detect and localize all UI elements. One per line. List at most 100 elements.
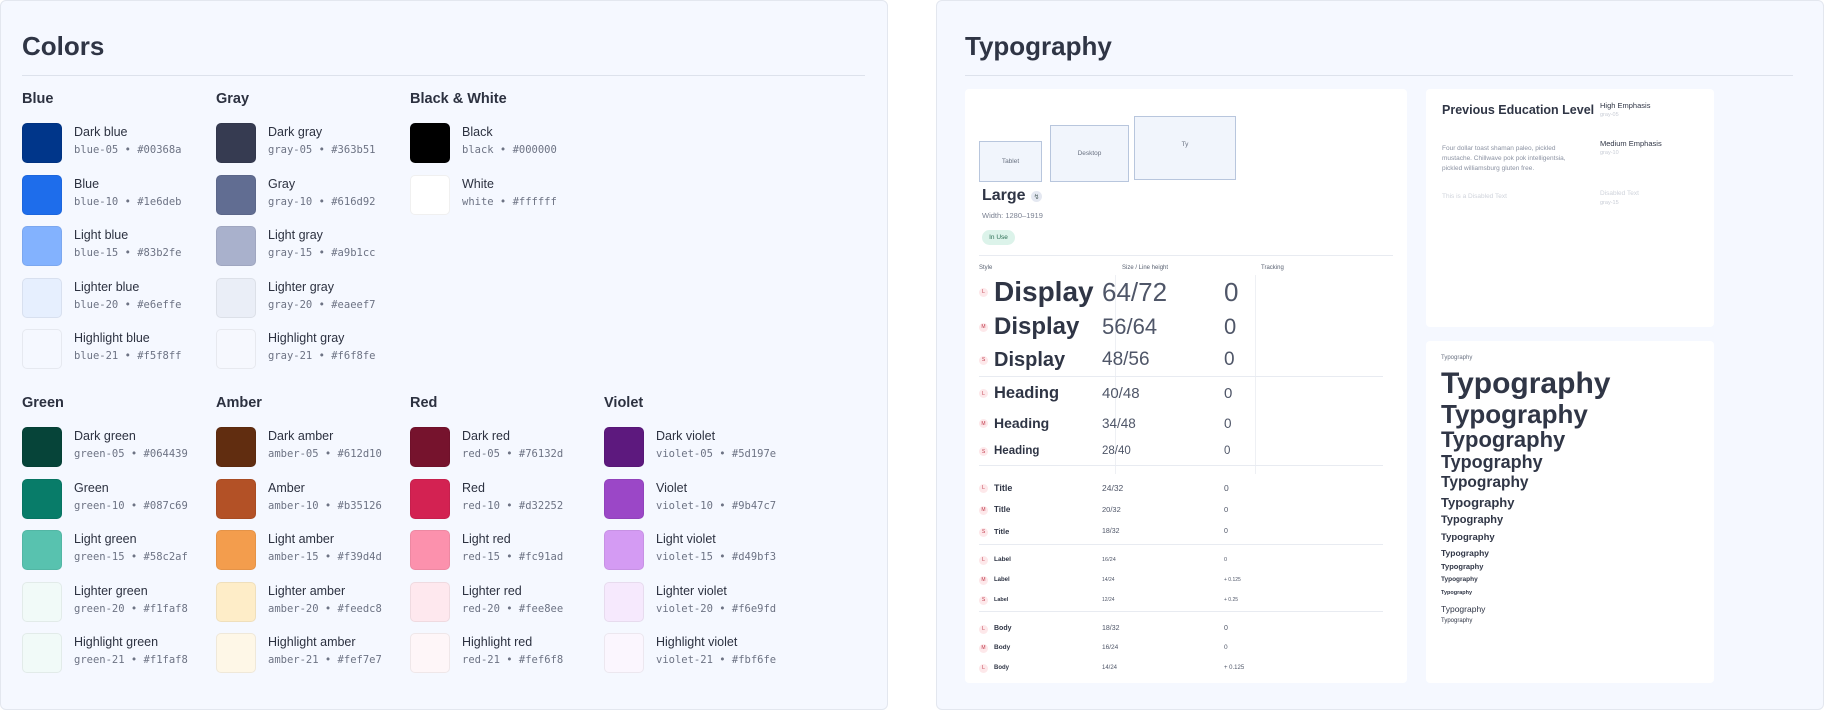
type-style-row[interactable]: M Body 16/24 0 <box>965 640 1407 656</box>
color-swatch[interactable] <box>216 277 256 318</box>
type-style-row[interactable]: L Display 64/72 0 <box>965 275 1407 309</box>
type-style-row[interactable]: M Display 56/64 0 <box>965 312 1407 342</box>
color-swatch-row[interactable]: Highlight violet violet-21 • #fbf6fe <box>604 633 794 685</box>
color-swatch[interactable] <box>216 478 256 519</box>
color-swatch[interactable] <box>22 329 62 369</box>
color-swatch-row[interactable]: Lighter amber amber-20 • #feedc8 <box>216 581 406 634</box>
color-swatch-row[interactable]: Red red-10 • #d32252 <box>410 478 600 531</box>
color-swatch-row[interactable]: Highlight blue blue-21 • #f5f8ff <box>22 329 212 381</box>
color-swatch[interactable] <box>22 123 62 163</box>
color-swatch[interactable] <box>22 427 62 467</box>
color-swatch[interactable] <box>604 427 644 467</box>
separator: • <box>124 448 144 460</box>
color-swatch-row[interactable]: Lighter red red-20 • #fee8ee <box>410 581 600 634</box>
color-swatch[interactable] <box>604 633 644 673</box>
color-swatch[interactable] <box>22 174 62 215</box>
color-swatch-row[interactable]: Green green-10 • #087c69 <box>22 478 212 531</box>
color-swatch[interactable] <box>216 581 256 622</box>
style-tracking: 0 <box>1224 557 1228 563</box>
color-swatch-row[interactable]: Lighter gray gray-20 • #eaeef7 <box>216 277 406 330</box>
color-swatch-row[interactable]: Highlight green green-21 • #f1faf8 <box>22 633 212 685</box>
type-style-row[interactable]: L Label 16/24 0 <box>965 552 1407 568</box>
color-swatch[interactable] <box>410 633 450 673</box>
type-style-row[interactable]: M Heading 34/48 0 <box>965 412 1407 435</box>
color-swatch[interactable] <box>410 174 450 215</box>
color-swatch[interactable] <box>22 277 62 318</box>
swatch-hex: #fee8ee <box>518 602 564 615</box>
color-swatch[interactable] <box>410 478 450 519</box>
style-size: 20/32 <box>1102 505 1121 514</box>
color-swatch[interactable] <box>216 530 256 570</box>
color-swatch-row[interactable]: Light gray gray-15 • #a9b1cc <box>216 226 406 278</box>
color-swatch[interactable] <box>216 123 256 163</box>
type-style-row[interactable]: S Label 12/24 + 0.25 <box>965 592 1407 608</box>
color-swatch-row[interactable]: White white • #ffffff <box>410 174 600 227</box>
color-swatch[interactable] <box>604 478 644 519</box>
color-swatch-row[interactable]: Light red red-15 • #fc91ad <box>410 530 600 582</box>
color-swatch-row[interactable]: Lighter violet violet-20 • #f6e9fd <box>604 581 794 634</box>
color-swatch[interactable] <box>216 174 256 215</box>
breakpoint-large[interactable]: Ty <box>1134 116 1236 180</box>
color-swatch-row[interactable]: Violet violet-10 • #9b47c7 <box>604 478 794 531</box>
color-swatch[interactable] <box>22 226 62 266</box>
color-swatch-row[interactable]: Blue blue-10 • #1e6deb <box>22 174 212 227</box>
high-emphasis-token: gray-05 <box>1600 112 1619 118</box>
color-swatch-row[interactable]: Light green green-15 • #58c2af <box>22 530 212 582</box>
color-swatch-row[interactable]: Dark amber amber-05 • #612d10 <box>216 427 406 479</box>
color-swatch[interactable] <box>216 226 256 266</box>
color-swatch-row[interactable]: Lighter blue blue-20 • #e6effe <box>22 277 212 330</box>
color-swatch[interactable] <box>22 633 62 673</box>
type-style-row[interactable]: L Body 18/32 0 <box>965 621 1407 637</box>
type-style-row[interactable]: L Heading 40/48 0 <box>965 381 1407 406</box>
color-swatch[interactable] <box>410 530 450 570</box>
type-style-row[interactable]: S Display 48/56 0 <box>965 346 1407 374</box>
color-swatch-row[interactable]: Highlight amber amber-21 • #fef7e7 <box>216 633 406 685</box>
color-swatch[interactable] <box>410 123 450 163</box>
color-swatch-row[interactable]: Black black • #000000 <box>410 123 600 175</box>
color-swatch[interactable] <box>604 530 644 570</box>
color-swatch[interactable] <box>410 427 450 467</box>
type-style-row[interactable]: S Heading 28/40 0 <box>965 441 1407 462</box>
pin-icon[interactable]: ↯ <box>1031 191 1042 202</box>
color-swatch[interactable] <box>22 581 62 622</box>
color-swatch-row[interactable]: Dark gray gray-05 • #363b51 <box>216 123 406 175</box>
type-style-row[interactable]: L Body 14/24 + 0.125 <box>965 660 1407 676</box>
separator: • <box>312 350 332 362</box>
size-tag-badge: L <box>979 624 988 634</box>
color-swatch[interactable] <box>216 633 256 673</box>
separator: • <box>118 195 138 208</box>
color-swatch-row[interactable]: Light blue blue-15 • #83b2fe <box>22 226 212 278</box>
color-swatch-row[interactable]: Lighter green green-20 • #f1faf8 <box>22 581 212 634</box>
color-swatch-row[interactable]: Highlight gray gray-21 • #f6f8fe <box>216 329 406 381</box>
color-swatch[interactable] <box>410 581 450 622</box>
style-tracking: 0 <box>1224 445 1231 457</box>
color-swatch-row[interactable]: Highlight red red-21 • #fef6f8 <box>410 633 600 685</box>
color-swatch-row[interactable]: Dark red red-05 • #76132d <box>410 427 600 479</box>
breakpoint-tablet[interactable]: Tablet <box>979 141 1042 182</box>
type-style-row[interactable]: M Title 20/32 0 <box>965 501 1407 519</box>
breakpoint-desktop[interactable]: Desktop <box>1050 125 1129 182</box>
type-style-row[interactable]: M Label 14/24 + 0.125 <box>965 572 1407 588</box>
swatch-name: Amber <box>268 480 305 495</box>
color-swatch[interactable] <box>216 427 256 467</box>
color-swatch-row[interactable]: Dark blue blue-05 • #00368a <box>22 123 212 175</box>
swatch-name: Dark violet <box>656 429 716 443</box>
color-swatch-row[interactable]: Light amber amber-15 • #f39d4d <box>216 530 406 582</box>
color-swatch[interactable] <box>216 329 256 369</box>
color-swatch[interactable] <box>22 478 62 519</box>
swatch-code: violet-21 • #fbf6fe <box>656 654 776 667</box>
color-swatch-row[interactable]: Gray gray-10 • #616d92 <box>216 174 406 227</box>
color-swatch-row[interactable]: Light violet violet-15 • #d49bf3 <box>604 530 794 582</box>
color-swatch-row[interactable]: Dark green green-05 • #064439 <box>22 427 212 479</box>
color-swatch-row[interactable]: Amber amber-10 • #b35126 <box>216 478 406 531</box>
separator: • <box>499 551 519 563</box>
swatch-hex: #5d197e <box>731 448 777 460</box>
color-swatch[interactable] <box>22 530 62 570</box>
type-style-row[interactable]: S Title 18/32 0 <box>965 523 1407 541</box>
swatch-hex: #f1faf8 <box>143 654 188 666</box>
color-swatch[interactable] <box>604 581 644 622</box>
type-style-row[interactable]: L Title 24/32 0 <box>965 479 1407 497</box>
swatch-hex: #83b2fe <box>137 247 182 259</box>
color-swatch-row[interactable]: Dark violet violet-05 • #5d197e <box>604 427 794 479</box>
swatch-code: blue-10 • #1e6deb <box>74 196 182 209</box>
